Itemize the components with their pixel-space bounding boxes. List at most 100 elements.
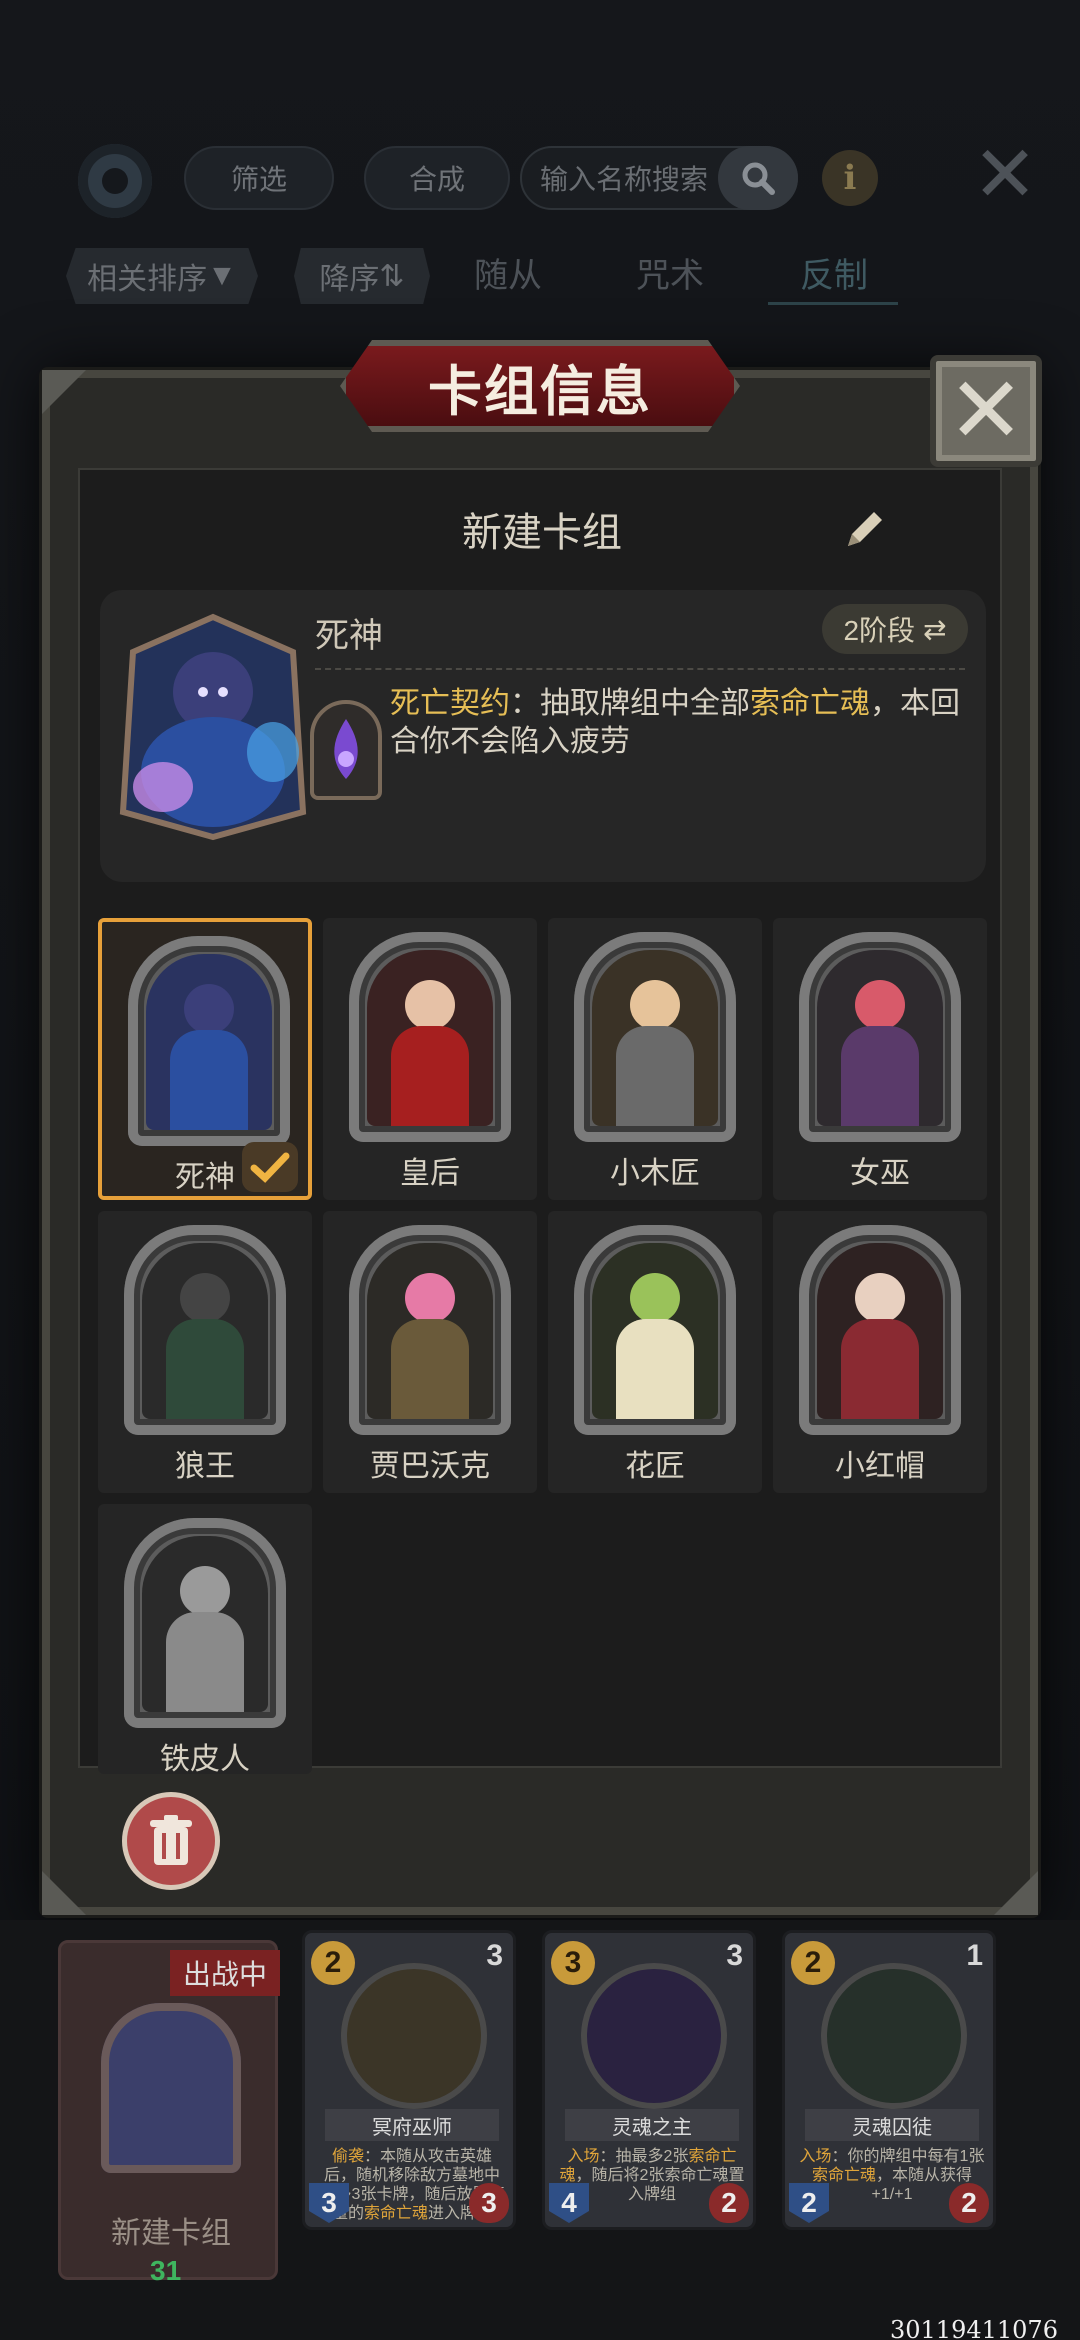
card-art xyxy=(581,1963,727,2109)
sort-label: 相关排序 xyxy=(87,263,208,296)
hero-art xyxy=(142,1536,268,1712)
top-bar: 筛选 合成 输入名称搜索 i ✕ xyxy=(0,130,1080,220)
card-desc: ：抽最多2张 xyxy=(599,2148,689,2165)
card-name: 灵魂之主 xyxy=(565,2109,739,2141)
card[interactable]: 3 3 灵魂之主 入场：抽最多2张索命亡魂，随后将2张索命亡魂置入牌组 4 2 xyxy=(542,1930,756,2230)
hero-frame xyxy=(799,1225,961,1435)
dialog-corner xyxy=(42,370,86,414)
in-battle-badge: 出战中 xyxy=(170,1950,280,1996)
card[interactable]: 2 1 灵魂囚徒 入场：你的牌组中每有1张索命亡魂，本随从获得+1/+1 2 2 xyxy=(782,1930,996,2230)
gear-icon[interactable] xyxy=(78,144,152,218)
deck-slot-art xyxy=(101,2003,241,2173)
tab-spell[interactable]: 咒术 xyxy=(636,248,704,297)
dialog-close-button[interactable]: ✕ xyxy=(930,355,1042,467)
dialog-corner xyxy=(994,1871,1038,1915)
hero-cell-red-riding-hood[interactable]: 小红帽 xyxy=(773,1211,987,1493)
card-cost: 2 xyxy=(311,1941,355,1985)
craft-button[interactable]: 合成 xyxy=(364,146,510,210)
hero-skill-icon xyxy=(310,700,382,800)
hero-frame xyxy=(128,936,290,1146)
hero-art xyxy=(142,1243,268,1419)
stage-label: 2阶段 xyxy=(843,615,916,646)
hero-cell-carpenter[interactable]: 小木匠 xyxy=(548,918,762,1200)
card-health: 3 xyxy=(469,2183,509,2223)
card-health: 2 xyxy=(949,2183,989,2223)
hero-frame xyxy=(124,1518,286,1728)
hero-art xyxy=(367,950,493,1126)
card-cost: 2 xyxy=(791,1941,835,1985)
hero-frame xyxy=(574,932,736,1142)
filter-button[interactable]: 筛选 xyxy=(184,146,334,210)
hero-name: 狼王 xyxy=(175,1450,235,1483)
hero-name: 皇后 xyxy=(400,1157,460,1190)
order-toggle[interactable]: 降序 ⇅ xyxy=(294,248,430,304)
hero-cell-wolf-king[interactable]: 狼王 xyxy=(98,1211,312,1493)
hero-name: 花匠 xyxy=(625,1450,685,1483)
footer-id: 30119411076 xyxy=(890,2316,1058,2340)
hero-cell-queen[interactable]: 皇后 xyxy=(323,918,537,1200)
chevron-down-icon: ▼ xyxy=(207,259,237,292)
hero-art xyxy=(817,1243,943,1419)
pencil-icon[interactable] xyxy=(840,508,886,554)
dialog-title: 卡组信息 xyxy=(428,361,652,422)
hero-frame xyxy=(349,932,511,1142)
hero-info-box: 死神 2阶段 ⇄ 死亡契约：抽取牌组中全部索命亡魂，本回合你不会陷入疲劳 xyxy=(100,590,986,882)
card[interactable]: 2 3 冥府巫师 偷袭：本随从攻击英雄后，随机移除敌方墓地中至多3张卡牌，随后放… xyxy=(302,1930,516,2230)
close-icon[interactable]: ✕ xyxy=(970,136,1040,214)
divider xyxy=(315,668,965,670)
hero-skill-text: 死亡契约：抽取牌组中全部索命亡魂，本回合你不会陷入疲劳 xyxy=(390,685,960,761)
order-label: 降序 xyxy=(319,263,380,296)
hero-art xyxy=(367,1243,493,1419)
hero-frame xyxy=(349,1225,511,1435)
deck-slot-name: 新建卡组 xyxy=(111,2217,231,2250)
card-cost: 3 xyxy=(551,1941,595,1985)
tab-counter[interactable]: 反制 xyxy=(800,248,868,297)
close-icon: ✕ xyxy=(947,357,1025,464)
tab-underline xyxy=(768,302,898,305)
card-keyword: 偷袭 xyxy=(331,2148,364,2165)
card-rank: 3 xyxy=(726,1939,743,1972)
hero-name: 小木匠 xyxy=(610,1157,700,1190)
hero-name: 铁皮人 xyxy=(160,1743,250,1776)
sort-dropdown[interactable]: 相关排序 ▼ xyxy=(66,248,258,304)
tab-minion[interactable]: 随从 xyxy=(474,248,542,297)
hero-cell-tin-man[interactable]: 铁皮人 xyxy=(98,1504,312,1776)
sort-bar: 相关排序 ▼ 降序 ⇅ 随从 咒术 反制 xyxy=(0,240,1080,310)
card-health: 2 xyxy=(709,2183,749,2223)
hero-name: 贾巴沃克 xyxy=(370,1450,490,1483)
dialog-content: 新建卡组 死神 2阶段 ⇄ 死亡契约：抽取牌组中全部索命亡魂，本回合你不会陷入疲劳… xyxy=(78,468,1002,1776)
hero-art xyxy=(146,954,272,1130)
hero-name: 小红帽 xyxy=(835,1450,925,1483)
card-keyword: 入场 xyxy=(567,2148,600,2165)
hero-cell-gardener[interactable]: 花匠 xyxy=(548,1211,762,1493)
hero-cell-reaper[interactable]: 死神 xyxy=(98,918,312,1200)
hero-name: 死神 xyxy=(315,617,383,655)
dialog-title-plate: 卡组信息 xyxy=(340,340,740,432)
card-art xyxy=(341,1963,487,2109)
card-name: 灵魂囚徒 xyxy=(805,2109,979,2141)
hero-cell-jabberwock[interactable]: 贾巴沃克 xyxy=(323,1211,537,1493)
hero-name: 女巫 xyxy=(850,1157,910,1190)
hero-frame xyxy=(124,1225,286,1435)
dialog-corner xyxy=(42,1871,86,1915)
card-keyword: 索命亡魂 xyxy=(363,2205,428,2222)
hero-frame xyxy=(799,932,961,1142)
search-icon[interactable] xyxy=(718,146,798,210)
trash-icon[interactable] xyxy=(122,1792,220,1890)
card-attack: 2 xyxy=(789,2183,829,2223)
hero-art xyxy=(592,1243,718,1419)
card-attack: 4 xyxy=(549,2183,589,2223)
hero-art xyxy=(817,950,943,1126)
card-desc: ：你的牌组中每有1张 xyxy=(831,2148,985,2165)
card-keyword: 入场 xyxy=(799,2148,832,2165)
stage-badge[interactable]: 2阶段 ⇄ xyxy=(822,604,968,654)
check-icon xyxy=(242,1142,298,1192)
skill-desc-pre: ：抽取牌组中全部 xyxy=(510,687,750,720)
card-name: 冥府巫师 xyxy=(325,2109,499,2141)
hero-cell-witch[interactable]: 女巫 xyxy=(773,918,987,1200)
swap-icon: ⇄ xyxy=(923,613,947,645)
info-icon[interactable]: i xyxy=(822,150,878,206)
skill-name: 死亡契约 xyxy=(390,687,510,720)
card-rank: 1 xyxy=(966,1939,983,1972)
card-keyword: 索命亡魂 xyxy=(811,2167,876,2184)
